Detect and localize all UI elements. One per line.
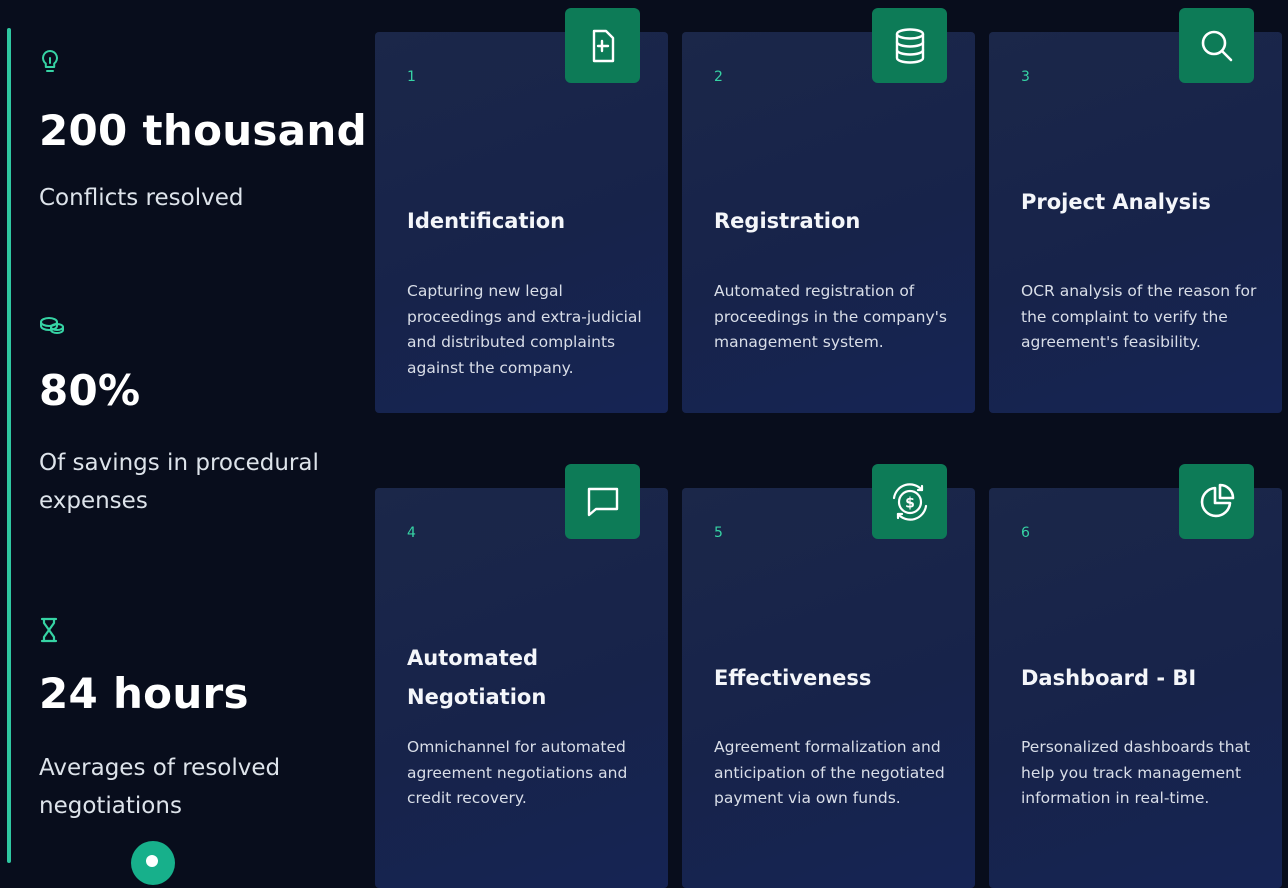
step-card: 1 Identification Capturing new legal pro…	[375, 8, 668, 413]
step-title: Effectiveness	[714, 666, 872, 690]
step-number: 5	[714, 525, 723, 541]
accent-line	[7, 28, 11, 863]
search-icon	[1179, 8, 1254, 83]
step-number: 4	[407, 525, 416, 541]
chat-icon	[565, 464, 640, 539]
step-number: 2	[714, 69, 723, 85]
svg-text:$: $	[905, 495, 915, 511]
hourglass-icon	[38, 616, 66, 644]
step-card: 6 Dashboard - BI Personalized dashboards…	[989, 464, 1282, 888]
lightbulb-icon	[38, 48, 66, 76]
stat-label-hours: Averages of resolved negotiations	[39, 755, 281, 819]
step-title: Dashboard - BI	[1021, 666, 1197, 690]
step-description: Personalized dashboards that help you tr…	[1021, 738, 1251, 808]
stat-value-conflicts: 200 thousand	[39, 106, 367, 155]
stat-label-savings: Of savings in procedural expenses	[39, 450, 319, 514]
step-card: $ 5 Effectiveness Agreement formalizatio…	[682, 464, 975, 888]
step-card: 3 Project Analysis OCR analysis of the r…	[989, 8, 1282, 413]
step-title: Project Analysis	[1021, 190, 1211, 214]
stat-value-savings: 80%	[39, 366, 141, 415]
coins-icon	[38, 312, 66, 340]
database-icon	[872, 8, 947, 83]
step-number: 1	[407, 69, 416, 85]
step-title: Identification	[407, 209, 566, 233]
step-description: Capturing new legal proceedings and extr…	[407, 282, 642, 377]
step-card: 2 Registration Automated registration of…	[682, 8, 975, 413]
stat-label-conflicts: Conflicts resolved	[39, 185, 244, 211]
step-title: Registration	[714, 209, 861, 233]
step-title: Automated Negotiation	[407, 646, 547, 709]
step-card: 4 Automated Negotiation Omnichannel for …	[375, 464, 668, 888]
stat-value-hours: 24 hours	[39, 669, 249, 718]
step-description: Agreement formalization and anticipation…	[714, 738, 945, 808]
pie-chart-icon	[1179, 464, 1254, 539]
step-description: Automated registration of proceedings in…	[714, 282, 947, 352]
step-number: 3	[1021, 69, 1030, 85]
document-icon	[565, 8, 640, 83]
carousel-dot[interactable]	[131, 841, 175, 885]
step-number: 6	[1021, 525, 1030, 541]
step-description: Omnichannel for automated agreement nego…	[407, 738, 628, 808]
step-description: OCR analysis of the reason for the compl…	[1021, 282, 1257, 352]
money-cycle-icon: $	[872, 464, 947, 539]
